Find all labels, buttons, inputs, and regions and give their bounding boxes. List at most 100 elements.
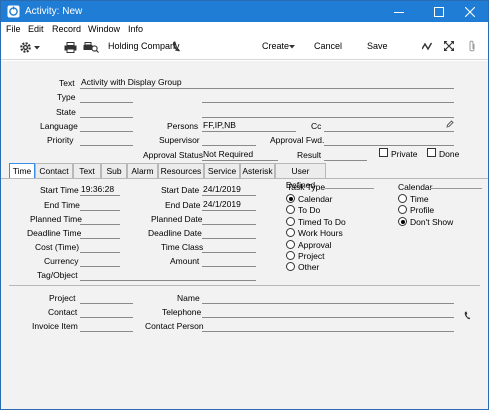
planned-date-label: Planned Date bbox=[151, 214, 203, 224]
tab-resources[interactable]: Resources bbox=[158, 163, 204, 178]
end-date-field[interactable]: 24/1/2019 bbox=[202, 199, 256, 211]
cc-field[interactable] bbox=[324, 120, 454, 132]
tab-service[interactable]: Service bbox=[204, 163, 240, 178]
result-field[interactable] bbox=[324, 149, 367, 161]
calendar-title: Calendar bbox=[398, 182, 433, 192]
tab-time[interactable]: Time bbox=[9, 163, 35, 179]
gear-icon[interactable] bbox=[19, 41, 32, 54]
tab-text[interactable]: Text bbox=[73, 163, 101, 178]
menu-record[interactable]: Record bbox=[52, 24, 81, 34]
start-time-field[interactable]: 19:36:28 bbox=[80, 184, 120, 196]
type-field[interactable] bbox=[80, 91, 133, 103]
currency-field[interactable] bbox=[80, 255, 120, 267]
deadline-date-field[interactable] bbox=[202, 227, 256, 239]
menu-edit[interactable]: Edit bbox=[28, 24, 44, 34]
end-time-field[interactable] bbox=[80, 199, 120, 211]
attachment-icon[interactable] bbox=[468, 40, 476, 53]
language-label: Language bbox=[40, 121, 78, 131]
company-name: Holding Company bbox=[108, 41, 180, 51]
task-type-option-label: Work Hours bbox=[298, 228, 343, 238]
currency-label: Currency bbox=[44, 256, 79, 266]
state-description-field[interactable] bbox=[202, 106, 454, 118]
tab-sub[interactable]: Sub bbox=[101, 163, 127, 178]
task-type-option-label: To Do bbox=[298, 205, 321, 215]
record-form: Text Activity with Display Group Type St… bbox=[1, 61, 488, 409]
state-field[interactable] bbox=[80, 106, 133, 118]
task-type-radio-project[interactable] bbox=[286, 251, 295, 260]
approval-fwd-field[interactable] bbox=[324, 134, 454, 146]
create-button[interactable]: Create bbox=[262, 41, 289, 51]
telephone-field[interactable] bbox=[202, 306, 454, 318]
deadline-time-field[interactable] bbox=[80, 227, 120, 239]
calendar-radio-profile[interactable] bbox=[398, 205, 407, 214]
chevron-down-icon[interactable] bbox=[34, 46, 40, 50]
title-bar[interactable]: Activity: New bbox=[1, 1, 488, 22]
phone-icon[interactable] bbox=[172, 41, 181, 52]
contact-field[interactable] bbox=[80, 306, 133, 318]
menu-info[interactable]: Info bbox=[128, 24, 143, 34]
minimize-icon bbox=[394, 11, 404, 13]
printer-icon[interactable] bbox=[64, 42, 77, 53]
contact-person-field[interactable] bbox=[202, 320, 454, 332]
task-type-radio-work-hours[interactable] bbox=[286, 228, 295, 237]
create-chevron-icon[interactable] bbox=[289, 45, 295, 49]
cancel-button[interactable]: Cancel bbox=[314, 41, 342, 51]
start-date-field[interactable]: 24/1/2019 bbox=[202, 184, 256, 196]
name-field[interactable] bbox=[202, 292, 454, 304]
activity-window: Activity: New File Edit Record Window In… bbox=[0, 0, 489, 410]
deadline-time-label: Deadline Time bbox=[27, 228, 82, 238]
private-checkbox[interactable] bbox=[379, 148, 388, 157]
tab-asterisk[interactable]: Asterisk bbox=[240, 163, 275, 178]
tag-object-label: Tag/Object bbox=[37, 270, 78, 280]
toolbar: Holding Company Create Cancel Save bbox=[1, 36, 488, 60]
calendar-radio-dont-show[interactable] bbox=[398, 217, 407, 226]
task-type-radio-other[interactable] bbox=[286, 262, 295, 271]
tag-object-field[interactable] bbox=[80, 269, 256, 281]
type-description-field[interactable] bbox=[202, 91, 454, 103]
time-class-label: Time Class bbox=[161, 242, 204, 252]
print-preview-icon[interactable] bbox=[83, 42, 99, 53]
telephone-call-icon[interactable] bbox=[464, 311, 471, 320]
menu-file[interactable]: File bbox=[6, 24, 21, 34]
cost-time-field[interactable] bbox=[80, 241, 120, 253]
deadline-date-label: Deadline Date bbox=[148, 228, 202, 238]
amount-field[interactable] bbox=[202, 255, 256, 267]
language-field[interactable] bbox=[80, 120, 133, 132]
persons-label: Persons bbox=[167, 121, 199, 131]
menu-window[interactable]: Window bbox=[88, 24, 120, 34]
task-type-radio-approval[interactable] bbox=[286, 240, 295, 249]
minimize-button[interactable] bbox=[381, 1, 417, 22]
supervisor-field[interactable] bbox=[202, 134, 256, 146]
project-field[interactable] bbox=[80, 292, 133, 304]
approval-status-field[interactable]: Not Required bbox=[202, 149, 278, 161]
expand-icon[interactable] bbox=[444, 41, 454, 51]
calendar-option-label: Profile bbox=[410, 205, 435, 215]
planned-date-field[interactable] bbox=[202, 213, 256, 225]
planned-time-field[interactable] bbox=[80, 213, 120, 225]
time-class-field[interactable] bbox=[202, 241, 256, 253]
priority-field[interactable] bbox=[80, 134, 133, 146]
text-field[interactable]: Activity with Display Group bbox=[80, 77, 454, 89]
save-button[interactable]: Save bbox=[367, 41, 388, 51]
cc-label: Cc bbox=[311, 121, 322, 131]
tab-user-defined[interactable]: User Defined bbox=[275, 163, 326, 190]
invoice-item-field[interactable] bbox=[80, 320, 133, 332]
state-label: State bbox=[56, 107, 76, 117]
task-type-radio-calendar[interactable] bbox=[286, 194, 295, 203]
task-type-option-label: Timed To Do bbox=[298, 217, 346, 227]
text-label: Text bbox=[59, 78, 75, 88]
close-button[interactable] bbox=[452, 1, 488, 22]
end-time-label: End Time bbox=[44, 200, 80, 210]
activity-icon[interactable] bbox=[422, 42, 432, 51]
footer-divider bbox=[9, 285, 480, 286]
done-checkbox[interactable] bbox=[427, 148, 436, 157]
task-type-radio-to-do[interactable] bbox=[286, 205, 295, 214]
calendar-radio-time[interactable] bbox=[398, 194, 407, 203]
tab-contact[interactable]: Contact bbox=[35, 163, 73, 178]
priority-label: Priority bbox=[47, 135, 74, 145]
task-type-radio-timed-to-do[interactable] bbox=[286, 217, 295, 226]
persons-field[interactable]: FF,IP,NB bbox=[202, 120, 296, 132]
tab-alarm[interactable]: Alarm bbox=[127, 163, 158, 178]
pencil-icon[interactable] bbox=[446, 120, 454, 128]
calendar-divider bbox=[430, 188, 482, 189]
